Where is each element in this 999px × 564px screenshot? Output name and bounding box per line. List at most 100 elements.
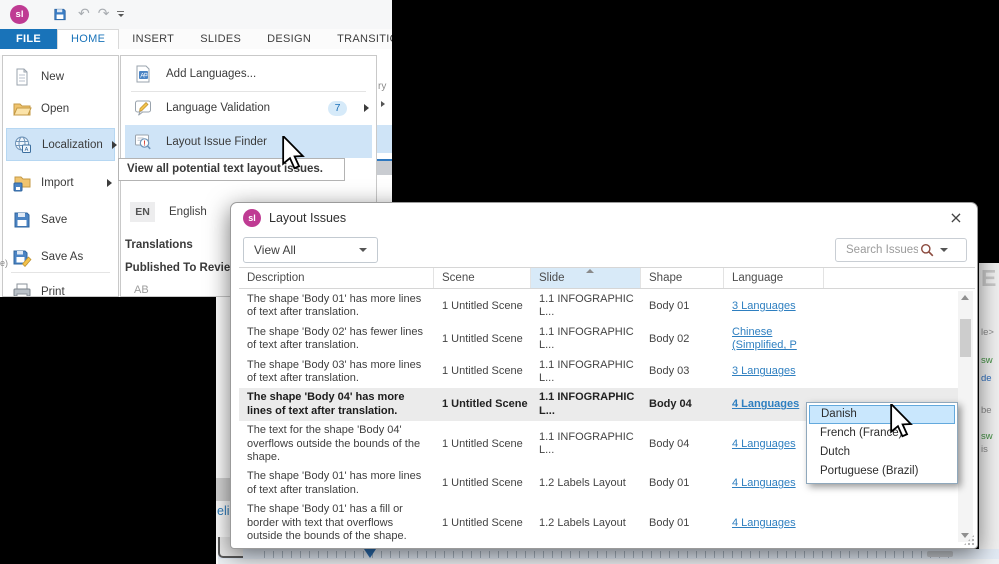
table-row[interactable]: The shape 'Body 01' has a fill or border… [239,500,960,546]
cell-text: 1 Untitled Scene [442,477,523,490]
current-language-row[interactable]: EN English [130,201,207,223]
column-header-slide[interactable]: Slide [531,268,641,288]
ribbon-tabs: FILEHOMEINSERTSLIDESDESIGNTRANSITIONSANI… [0,29,392,49]
menu-item-label: Add Languages... [166,68,257,80]
background-text-fragment: de [981,373,992,384]
language-link[interactable]: Chinese (Simplified, P [732,326,797,351]
cell-text: Body 04 [649,437,690,450]
search-icon[interactable] [920,243,934,257]
scroll-down-icon[interactable] [961,533,969,538]
column-header-shape[interactable]: Shape [641,268,724,288]
menu-item-save[interactable]: Save [6,203,115,236]
menu-item-localization[interactable]: A Localization [6,128,117,161]
menu-item-layout-issue-finder[interactable]: ! Layout Issue Finder [125,125,372,158]
table-row[interactable]: The shape 'Body 01' has more lines of te… [239,290,960,323]
popup-item-danish[interactable]: Danish [809,405,955,424]
menu-item-label: Save [41,213,68,226]
search-input[interactable] [844,243,920,257]
cell-desc: The shape 'Body 02' has fewer lines of t… [239,326,434,353]
cell-lang: 4 Languages [724,517,824,530]
search-options-chevron-icon[interactable] [940,248,948,252]
table-row[interactable]: The shape 'Body 02' has fewer lines of t… [239,323,960,356]
left-edge-fragment: e) [0,258,9,268]
column-label: Shape [649,272,683,284]
language-link[interactable]: 3 Languages [732,365,796,377]
horizontal-scrollbar-thumb[interactable] [927,551,953,557]
column-header-description[interactable]: Description [239,268,434,288]
cell-desc: The shape 'Body 01' has more lines of te… [239,470,434,497]
popup-item-french-france-[interactable]: French (France) [809,424,955,443]
menu-item-open[interactable]: Open [6,92,115,125]
playhead-marker[interactable] [364,549,376,558]
cell-text: The shape 'Body 01' has more lines of te… [247,470,422,496]
customize-quick-access-icon[interactable] [117,11,125,17]
language-link[interactable]: 3 Languages [732,300,796,312]
menu-separator [11,272,110,273]
background-text-fragment: sw [981,355,993,366]
language-link[interactable]: 4 Languages [732,517,796,529]
menu-item-print[interactable]: Print [6,275,115,296]
language-name: English [169,206,207,218]
language-popup: Danish French (France) Dutch Portuguese (Br… [806,402,958,484]
save-icon[interactable] [50,7,70,22]
table-row[interactable]: The shape 'Body 03' has more lines of te… [239,356,960,389]
cell-desc: The shape 'Body 03' has more lines of te… [239,359,434,386]
close-icon[interactable]: × [946,206,966,228]
cell-text: Body 03 [649,365,690,378]
dialog-logo: sl [243,209,261,227]
tab-slides[interactable]: SLIDES [187,29,254,49]
menu-item-add-languages[interactable]: A Add Languages... [125,59,372,89]
column-header-language[interactable]: Language [724,268,824,288]
cell-shape: Body 01 [641,517,724,530]
popup-item-dutch[interactable]: Dutch [809,443,955,462]
cell-text: Body 01 [649,516,690,529]
timeline-ruler[interactable] [218,549,999,559]
language-link[interactable]: 4 Languages [732,398,799,410]
mouse-cursor [890,404,913,438]
cell-scene: 1 Untitled Scene [434,398,531,411]
cell-lang: 3 Languages [724,300,824,313]
language-link[interactable]: 4 Languages [732,438,796,450]
cell-text: The shape 'Body 02' has fewer lines of t… [247,325,424,352]
redo-icon[interactable]: ↷ [98,4,110,24]
tab-home[interactable]: HOME [57,29,120,49]
background-text-fragment: is [981,444,988,455]
column-header-scene[interactable]: Scene [434,268,531,288]
tab-file[interactable]: FILE [0,29,58,49]
add-languages-icon: A [136,65,150,83]
cell-text: Body 01 [649,477,690,490]
cell-text: 1.2 Labels Layout [539,477,626,490]
cell-text: The shape 'Body 01' has more lines of te… [247,293,422,319]
cell-text: The text for the shape 'Body 04' overflo… [247,424,421,464]
menu-item-save-as[interactable]: Save As [6,240,115,273]
cell-lang: 3 Languages [724,365,824,378]
cell-scene: 1 Untitled Scene [434,365,531,378]
submenu-arrow-icon [107,178,112,187]
highlight-fragment [377,125,392,153]
menu-separator [131,91,366,92]
save-icon [14,212,30,227]
language-link[interactable]: 4 Languages [732,477,796,489]
background-text-fragment: ry [378,81,387,92]
cell-text: 1.2 Labels Layout [539,516,626,529]
menu-item-language-validation[interactable]: Language Validation 7 [125,93,372,123]
tab-design[interactable]: DESIGN [254,29,324,49]
cell-text: 1 Untitled Scene [442,398,528,411]
view-filter-dropdown[interactable]: View All [243,237,378,263]
mouse-cursor [282,136,305,170]
undo-icon[interactable]: ↶ [78,4,90,24]
cell-scene: 1 Untitled Scene [434,477,531,490]
cell-desc: The shape 'Body 04' has more lines of te… [239,391,434,418]
menu-item-new[interactable]: New [6,60,115,93]
tab-transitions[interactable]: TRANSITIONS [324,29,392,49]
background-link-fragment: eli [217,504,230,518]
popup-item-portuguese-brazil-[interactable]: Portuguese (Brazil) [809,462,955,481]
tab-insert[interactable]: INSERT [119,29,187,49]
search-box[interactable] [835,238,967,262]
column-label: Scene [442,272,475,284]
scrollbar-thumb[interactable] [960,319,971,357]
chevron-down-icon [359,248,367,252]
scroll-up-icon[interactable] [961,295,969,300]
vertical-scrollbar[interactable] [958,291,973,542]
menu-item-import[interactable]: Import [6,166,115,199]
